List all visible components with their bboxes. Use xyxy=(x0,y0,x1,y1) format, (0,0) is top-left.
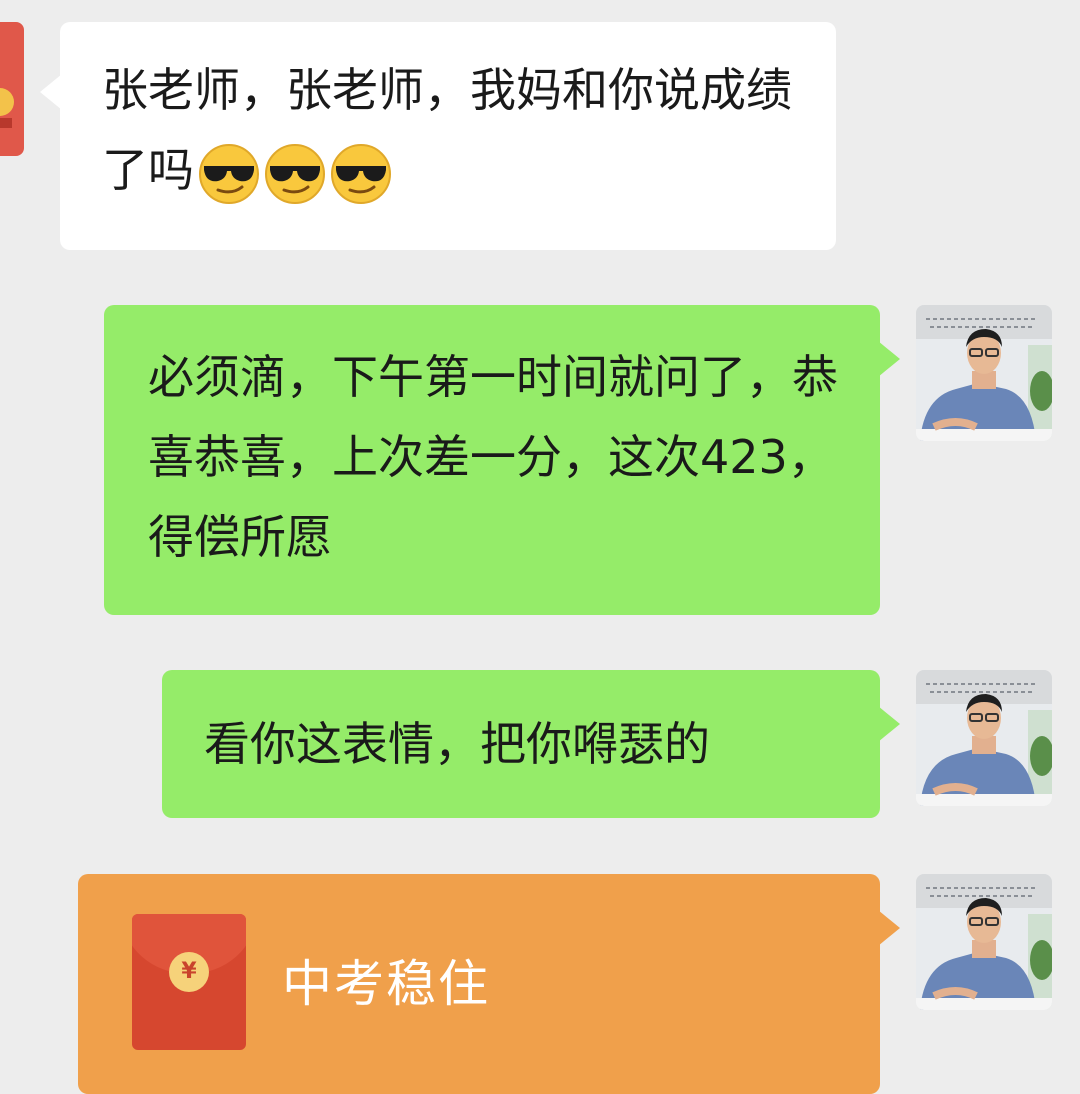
outgoing-message-bubble[interactable]: 必须滴，下午第一时间就问了，恭喜恭喜，上次差一分，这次423，得偿所愿 xyxy=(104,305,900,615)
outgoing-message-bubble[interactable]: 看你这表情，把你嘚瑟的 xyxy=(162,670,900,818)
message-text: 必须滴，下午第一时间就问了，恭喜恭喜，上次差一分，这次423，得偿所愿 xyxy=(148,350,838,564)
red-packet-bubble[interactable]: ¥ 中考稳住 xyxy=(78,874,900,1094)
message-text: 看你这表情，把你嘚瑟的 xyxy=(204,717,710,771)
message-text: 张老师，张老师，我妈和你说成绩了吗 xyxy=(102,50,796,210)
bubble-tail xyxy=(878,910,900,946)
red-envelope-icon: ¥ xyxy=(132,914,246,1050)
bubble-tail xyxy=(878,706,900,742)
incoming-message-bubble[interactable]: 张老师，张老师，我妈和你说成绩了吗 xyxy=(40,22,836,250)
sunglasses-face-icon xyxy=(264,143,326,205)
teacher-avatar[interactable] xyxy=(916,305,1052,441)
sunglasses-face-icon xyxy=(198,143,260,205)
bubble-tail xyxy=(40,74,62,110)
yuan-coin-icon: ¥ xyxy=(169,952,209,992)
teacher-avatar[interactable] xyxy=(916,874,1052,1010)
student-avatar[interactable] xyxy=(0,22,24,156)
sunglasses-face-icon xyxy=(330,143,392,205)
teacher-avatar[interactable] xyxy=(916,670,1052,806)
red-packet-title: 中考稳住 xyxy=(282,955,490,1013)
bubble-tail xyxy=(878,341,900,377)
